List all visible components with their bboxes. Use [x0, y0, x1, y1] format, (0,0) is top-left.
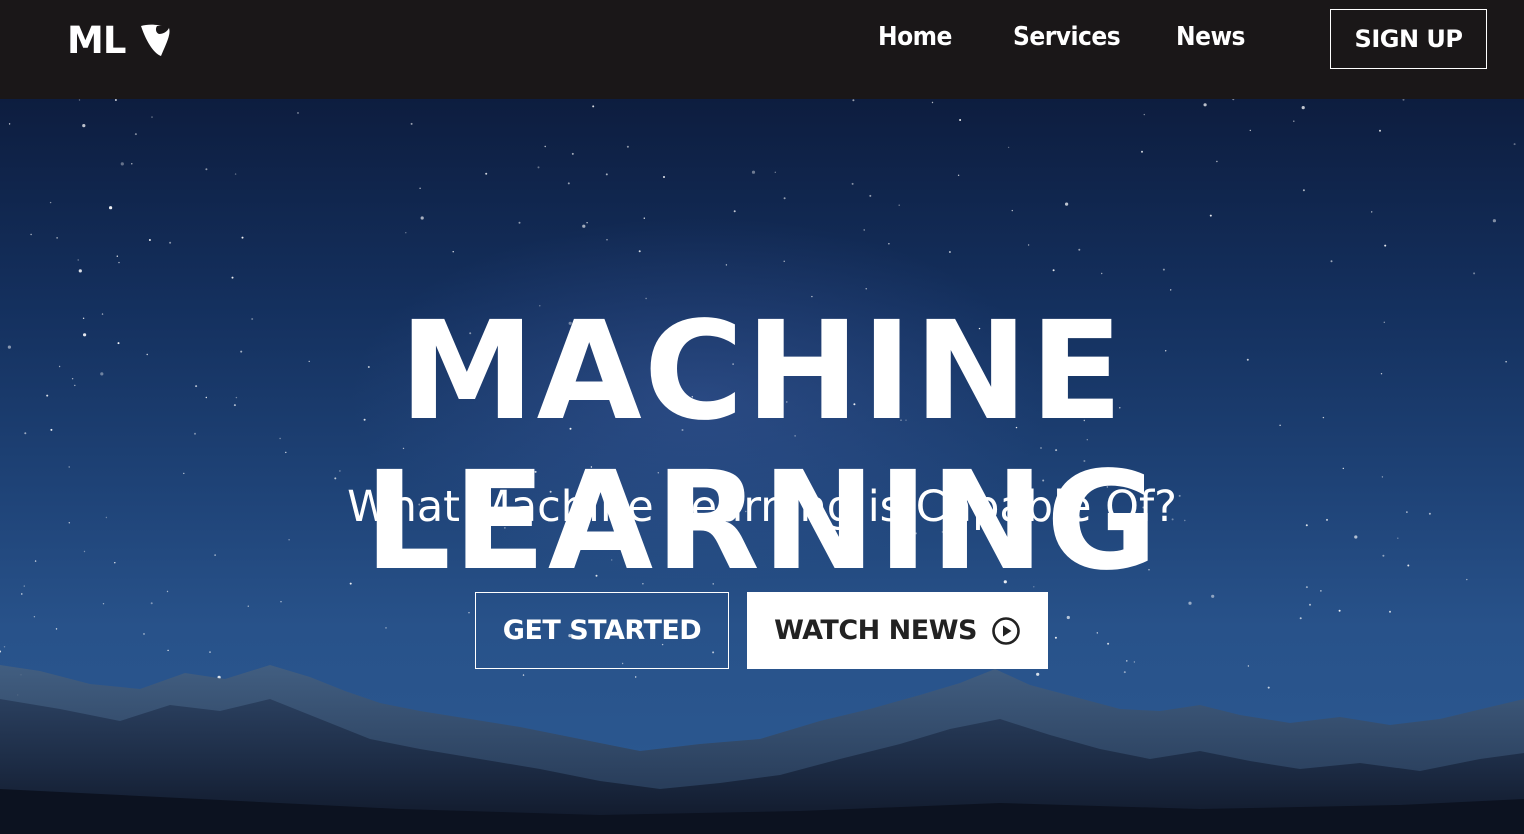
logo-text: ML: [67, 18, 126, 62]
hero-section: MACHINE LEARNING What Machine Learning i…: [0, 99, 1524, 834]
watch-news-label: WATCH NEWS: [774, 615, 977, 646]
nav-link-news[interactable]: News: [1176, 22, 1245, 60]
nav-link-home[interactable]: Home: [878, 22, 952, 60]
sign-up-button[interactable]: SIGN UP: [1330, 9, 1487, 69]
nav-link-services[interactable]: Services: [1013, 22, 1121, 60]
hero-title: MACHINE LEARNING: [364, 293, 1160, 601]
top-navigation-bar: ML Home Services News SIGN UP: [0, 0, 1524, 99]
get-started-button[interactable]: GET STARTED: [475, 592, 729, 669]
play-circle-icon: [992, 616, 1020, 645]
site-logo[interactable]: ML: [67, 18, 175, 62]
watch-news-button[interactable]: WATCH NEWS: [747, 592, 1048, 669]
hero-subtitle: What Machine Learning is Capable Of?: [347, 482, 1177, 532]
typo3-logo-icon: [141, 24, 170, 56]
